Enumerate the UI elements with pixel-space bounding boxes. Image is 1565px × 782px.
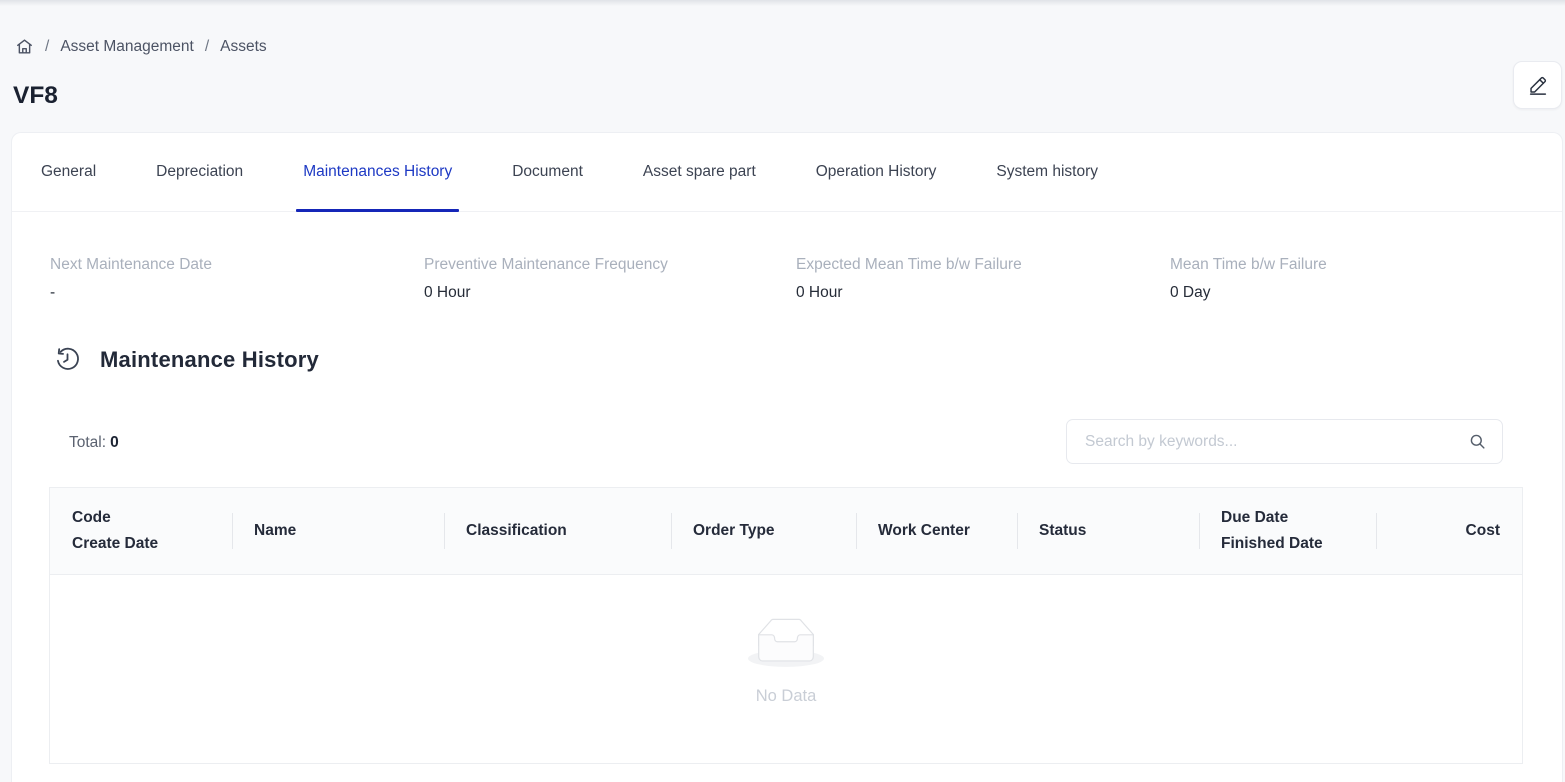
field-preventive-maintenance-frequency: Preventive Maintenance Frequency 0 Hour xyxy=(424,256,668,302)
home-icon[interactable] xyxy=(15,37,34,56)
section-title: Maintenance History xyxy=(100,347,319,373)
column-header-name: Name xyxy=(232,488,444,574)
breadcrumb: / Asset Management / Assets xyxy=(15,37,267,56)
section-header-maintenance-history: Maintenance History xyxy=(54,346,319,373)
column-header-cost: Cost xyxy=(1376,488,1522,574)
column-header-line: Name xyxy=(254,518,444,544)
breadcrumb-separator: / xyxy=(45,38,49,56)
column-header-line: Work Center xyxy=(878,518,1017,544)
field-label: Mean Time b/w Failure xyxy=(1170,256,1327,274)
top-edge-shadow xyxy=(0,0,1565,6)
column-header-line: Order Type xyxy=(693,518,856,544)
field-expected-mean-time-bw-failure: Expected Mean Time b/w Failure 0 Hour xyxy=(796,256,1022,302)
field-label: Expected Mean Time b/w Failure xyxy=(796,256,1022,274)
search-box[interactable] xyxy=(1066,419,1503,464)
empty-state-text: No Data xyxy=(748,687,824,706)
tab-label: Depreciation xyxy=(156,163,243,181)
total-label: Total: xyxy=(69,434,106,451)
field-next-maintenance-date: Next Maintenance Date - xyxy=(50,256,212,302)
field-mean-time-bw-failure: Mean Time b/w Failure 0 Day xyxy=(1170,256,1327,302)
column-header-line: Create Date xyxy=(72,531,232,557)
table-body: No Data xyxy=(50,575,1522,763)
tab-label: Asset spare part xyxy=(643,163,756,181)
pencil-icon xyxy=(1527,74,1549,96)
breadcrumb-item-asset-management[interactable]: Asset Management xyxy=(60,38,194,56)
column-header-classification: Classification xyxy=(444,488,671,574)
total-value: 0 xyxy=(110,434,119,451)
column-header-line: Status xyxy=(1039,518,1199,544)
table-header-row: Code Create Date Name Classification Ord… xyxy=(50,488,1522,575)
field-label: Preventive Maintenance Frequency xyxy=(424,256,668,274)
column-header-order-type: Order Type xyxy=(671,488,856,574)
breadcrumb-item-assets[interactable]: Assets xyxy=(220,38,267,56)
column-header-status: Status xyxy=(1017,488,1199,574)
column-header-line: Finished Date xyxy=(1221,531,1376,557)
column-header-due-date-finished-date: Due Date Finished Date xyxy=(1199,488,1376,574)
breadcrumb-separator: / xyxy=(205,38,209,56)
tab-bar: General Depreciation Maintenances Histor… xyxy=(12,133,1562,212)
history-clock-icon xyxy=(54,346,81,373)
empty-box-icon xyxy=(748,618,824,667)
column-header-code-create-date: Code Create Date xyxy=(50,488,232,574)
magnifier-icon[interactable] xyxy=(1468,432,1487,451)
tab-system-history[interactable]: System history xyxy=(996,133,1098,211)
empty-state: No Data xyxy=(748,618,824,706)
tab-label: General xyxy=(41,163,96,181)
asset-detail-card: General Depreciation Maintenances Histor… xyxy=(11,132,1563,782)
field-value: - xyxy=(50,284,212,302)
tab-general[interactable]: General xyxy=(41,133,96,211)
total-count: Total:0 xyxy=(69,434,119,452)
search-input[interactable] xyxy=(1085,433,1468,451)
column-header-line: Classification xyxy=(466,518,671,544)
tab-document[interactable]: Document xyxy=(512,133,583,211)
tab-depreciation[interactable]: Depreciation xyxy=(156,133,243,211)
column-header-line: Code xyxy=(72,505,232,531)
edit-button[interactable] xyxy=(1513,61,1562,109)
tab-label: Document xyxy=(512,163,583,181)
tab-label: Maintenances History xyxy=(303,163,452,181)
tab-operation-history[interactable]: Operation History xyxy=(816,133,937,211)
column-header-work-center: Work Center xyxy=(856,488,1017,574)
tab-label: Operation History xyxy=(816,163,937,181)
tab-maintenances-history[interactable]: Maintenances History xyxy=(303,133,452,211)
column-header-line: Cost xyxy=(1466,518,1500,544)
page-title: VF8 xyxy=(13,82,58,110)
maintenance-history-table: Code Create Date Name Classification Ord… xyxy=(49,487,1523,764)
column-header-line: Due Date xyxy=(1221,505,1376,531)
field-label: Next Maintenance Date xyxy=(50,256,212,274)
field-value: 0 Hour xyxy=(424,284,668,302)
tab-asset-spare-part[interactable]: Asset spare part xyxy=(643,133,756,211)
tab-label: System history xyxy=(996,163,1098,181)
field-value: 0 Day xyxy=(1170,284,1327,302)
field-value: 0 Hour xyxy=(796,284,1022,302)
